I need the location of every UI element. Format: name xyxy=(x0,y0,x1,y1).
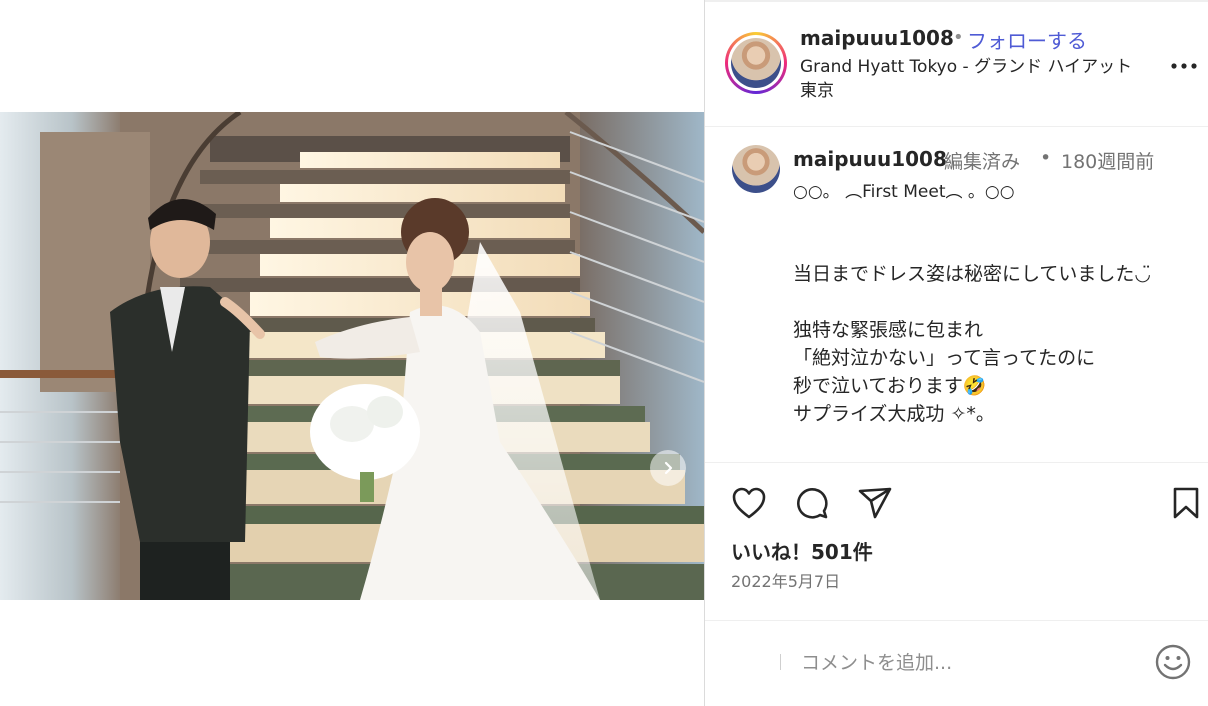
author-avatar-story-ring[interactable] xyxy=(725,32,787,94)
caption-line: サプライズ大成功 ✧*。 xyxy=(793,403,995,425)
post-photo[interactable] xyxy=(0,112,704,600)
likes-count[interactable]: いいね！501件 xyxy=(731,536,873,565)
send-icon xyxy=(858,487,892,519)
author-username-link[interactable]: maipuuu1008 xyxy=(800,26,954,50)
post-side-panel: maipuuu1008 • フォローする Grand Hyatt Tokyo -… xyxy=(704,0,1208,706)
post-time[interactable]: 180週間前 xyxy=(1061,147,1154,174)
comment-button[interactable] xyxy=(793,484,831,522)
wedding-photo-illustration xyxy=(0,112,704,600)
time-separator: • xyxy=(1040,147,1052,169)
like-button[interactable] xyxy=(730,484,768,522)
emoji-icon xyxy=(1155,644,1191,680)
caption-line: 独特な緊張感に包まれ xyxy=(793,319,984,341)
avatar xyxy=(731,38,781,88)
carousel-next-button[interactable] xyxy=(650,450,686,486)
caption-avatar[interactable] xyxy=(732,145,780,193)
caption-line: 「絶対泣かない」って言ってたのに xyxy=(793,347,1096,369)
heart-icon xyxy=(732,487,766,519)
caption-area: maipuuu1008 編集済み • 180週間前 ○○。 ︵First Mee… xyxy=(705,127,1208,461)
more-horizontal-icon xyxy=(1171,63,1197,69)
actions-divider xyxy=(705,462,1208,463)
follow-button[interactable]: フォローする xyxy=(967,25,1087,54)
more-options-button[interactable] xyxy=(1171,50,1197,75)
post-header: maipuuu1008 • フォローする Grand Hyatt Tokyo -… xyxy=(705,0,1208,127)
caption-line: 秒で泣いております🤣 xyxy=(793,375,987,397)
edited-label: 編集済み xyxy=(944,151,1021,173)
caption-line: 当日までドレス姿は秘密にしていました◡̈ xyxy=(793,263,1152,285)
bookmark-icon xyxy=(1173,487,1199,519)
post-media xyxy=(0,0,704,706)
comment-input[interactable] xyxy=(799,648,1133,678)
header-separator: • xyxy=(953,27,964,48)
chevron-right-icon xyxy=(664,461,673,475)
emoji-button[interactable] xyxy=(1153,642,1193,682)
comment-icon xyxy=(797,488,828,519)
save-button[interactable] xyxy=(1167,484,1205,522)
comment-divider xyxy=(705,620,1208,621)
add-comment-form xyxy=(777,638,1177,684)
caption-username-link[interactable]: maipuuu1008 xyxy=(793,147,947,171)
share-button[interactable] xyxy=(856,484,894,522)
caption-line: ○○。 ︵First Meet︵ 。○○ xyxy=(793,182,1015,202)
post-date[interactable]: 2022年5月7日 xyxy=(731,568,840,592)
input-caret xyxy=(780,654,781,670)
location-link[interactable]: Grand Hyatt Tokyo - グランド ハイアット 東京 xyxy=(800,55,1145,103)
